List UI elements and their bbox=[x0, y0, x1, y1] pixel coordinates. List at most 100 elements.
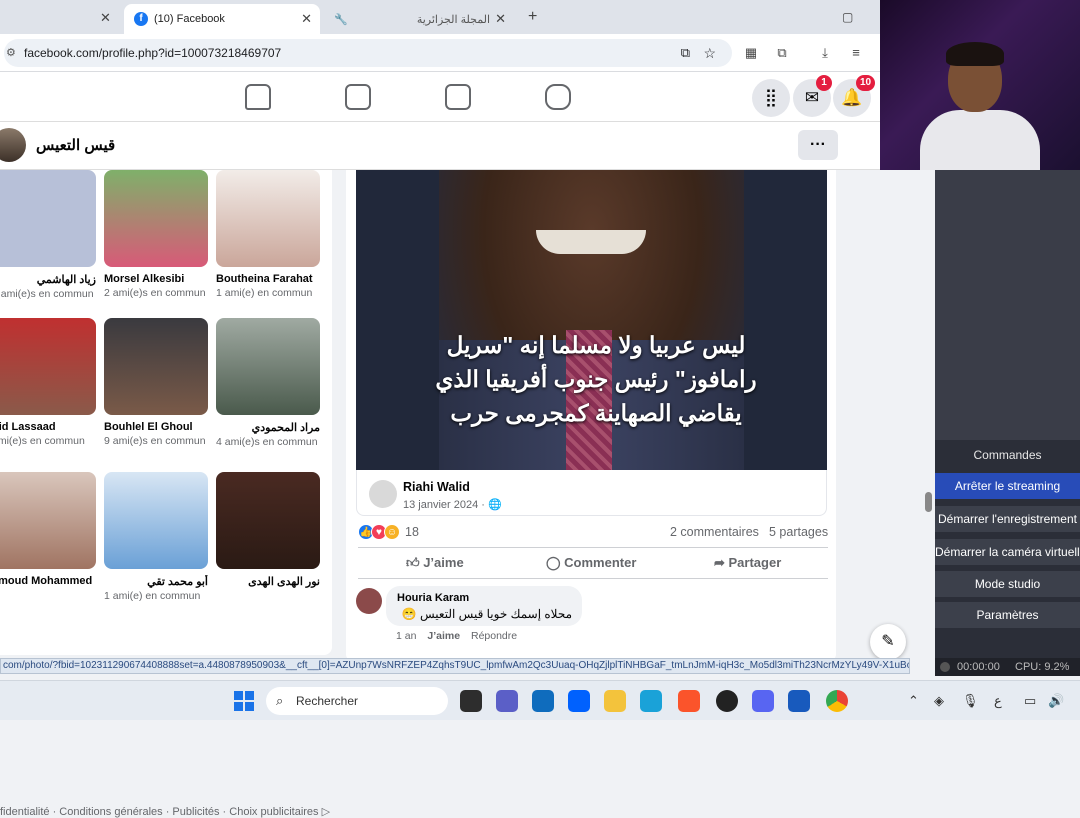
obs-controls-panel: Commandes Arrêter le streaming Démarrer … bbox=[935, 170, 1080, 658]
friend-name[interactable]: أبو محمد تقي bbox=[104, 575, 208, 588]
avatar[interactable] bbox=[356, 588, 382, 614]
like-button[interactable]: 👍︎ J’aime bbox=[406, 555, 464, 571]
friend-photo[interactable] bbox=[216, 170, 320, 267]
friend-photo[interactable] bbox=[104, 170, 208, 267]
post-image[interactable]: ليس عربيا ولا مسلما إنه "سريل رامافوز" ر… bbox=[356, 170, 827, 470]
site-info-icon[interactable]: ⚙ bbox=[6, 39, 16, 67]
close-tab-icon[interactable]: ✕ bbox=[100, 10, 111, 26]
friend-card[interactable]: Boutheina Farahat 1 ami(e) en commun bbox=[216, 170, 320, 300]
maximize-icon[interactable]: ▢ bbox=[842, 10, 853, 24]
friend-card[interactable]: أبو محمد تقي 1 ami(e) en commun bbox=[104, 472, 208, 603]
word-icon[interactable] bbox=[788, 690, 810, 712]
reaction-count[interactable]: 18 bbox=[405, 525, 419, 539]
extensions-icon[interactable]: ⧉ bbox=[773, 44, 791, 62]
mutual-friends: 2 ami(e)s en commun bbox=[104, 287, 206, 299]
friend-photo[interactable] bbox=[104, 318, 208, 415]
obs-controls-title: Commandes bbox=[935, 442, 1080, 468]
menu-grid-icon[interactable]: ⣿ bbox=[752, 79, 790, 117]
home-icon[interactable] bbox=[245, 84, 271, 110]
close-tab-icon[interactable]: ✕ bbox=[495, 11, 506, 27]
friend-card[interactable]: bid Lassaad ami(e)s en commun bbox=[0, 318, 96, 448]
profile-name[interactable]: قيس التعيس bbox=[36, 136, 115, 154]
friend-card[interactable]: مراد المحمودي 4 ami(e)s en commun bbox=[216, 318, 320, 449]
chevron-up-icon[interactable]: ⌃ bbox=[908, 693, 919, 709]
footer-links[interactable]: fidentialité · Conditions générales · Pu… bbox=[0, 805, 330, 818]
friend-name[interactable]: نور الهدى الهدى bbox=[216, 575, 320, 588]
compose-icon[interactable]: ✎ bbox=[870, 624, 906, 660]
friend-name[interactable]: Boutheina Farahat bbox=[216, 273, 320, 285]
play-icon[interactable]: ▷ bbox=[322, 806, 330, 818]
teams-icon[interactable] bbox=[496, 690, 518, 712]
start-recording-button[interactable]: Démarrer l'enregistrement bbox=[935, 506, 1080, 532]
close-tab-icon[interactable]: ✕ bbox=[301, 11, 312, 27]
tab-magazine[interactable]: 🔧 المجلة الجزائرية ✕ bbox=[324, 4, 514, 34]
shares-count[interactable]: 5 partages bbox=[769, 525, 828, 539]
stop-streaming-button[interactable]: Arrêter le streaming bbox=[935, 473, 1080, 499]
marketplace-icon[interactable] bbox=[445, 84, 471, 110]
friend-name[interactable]: Morsel Alkesibi bbox=[104, 273, 208, 285]
friend-photo[interactable] bbox=[0, 170, 96, 267]
footer-text[interactable]: fidentialité · Conditions générales · Pu… bbox=[0, 806, 319, 818]
friend-card[interactable]: نور الهدى الهدى bbox=[216, 472, 320, 590]
taskbar-search-input[interactable]: ⌕ Rechercher bbox=[266, 687, 448, 715]
friend-name[interactable]: مراد المحمودي bbox=[216, 421, 320, 434]
new-tab-icon[interactable]: + bbox=[528, 8, 537, 26]
friend-name[interactable]: bid Lassaad bbox=[0, 421, 96, 433]
install-app-icon[interactable]: ⧉ bbox=[681, 39, 690, 67]
comments-count[interactable]: 2 commentaires bbox=[670, 525, 759, 539]
friend-photo[interactable] bbox=[216, 318, 320, 415]
video-icon[interactable] bbox=[345, 84, 371, 110]
friend-card[interactable]: زياد الهاشمي 0 ami(e)s en commun bbox=[0, 170, 96, 301]
tab-facebook[interactable]: f (10) Facebook ✕ bbox=[124, 4, 320, 34]
bookmark-star-icon[interactable]: ☆ bbox=[703, 39, 716, 67]
url-field[interactable]: ⚙ facebook.com/profile.php?id=1000732184… bbox=[4, 39, 732, 67]
friend-photo[interactable] bbox=[216, 472, 320, 569]
language-indicator[interactable]: ع bbox=[994, 693, 1002, 709]
comment-age[interactable]: 1 an bbox=[396, 630, 416, 642]
friend-card[interactable]: Bouhlel El Ghoul 9 ami(e)s en commun bbox=[104, 318, 208, 448]
comment-author[interactable]: Houria Karam bbox=[397, 592, 469, 604]
download-icon[interactable]: ⤓ bbox=[816, 44, 834, 62]
comment-like-link[interactable]: J’aime bbox=[427, 630, 460, 642]
shared-author[interactable]: Riahi Walid bbox=[403, 480, 470, 494]
dropbox-icon[interactable] bbox=[568, 690, 590, 712]
windows-start-icon[interactable] bbox=[234, 691, 254, 711]
scrollbar-thumb[interactable] bbox=[925, 492, 932, 512]
comment-button[interactable]: ◯ Commenter bbox=[546, 555, 636, 571]
settings-button[interactable]: Paramètres bbox=[935, 602, 1080, 628]
start-virtual-camera-button[interactable]: Démarrer la caméra virtuelle bbox=[935, 539, 1080, 565]
share-button[interactable]: ➦ Partager bbox=[714, 555, 781, 571]
volume-icon[interactable]: 🔊 bbox=[1048, 693, 1064, 709]
studio-mode-button[interactable]: Mode studio bbox=[935, 571, 1080, 597]
friend-card[interactable]: Morsel Alkesibi 2 ami(e)s en commun bbox=[104, 170, 208, 300]
friend-photo[interactable] bbox=[104, 472, 208, 569]
friend-name[interactable]: زياد الهاشمي bbox=[0, 273, 96, 286]
gaming-icon[interactable] bbox=[545, 84, 571, 110]
avatar[interactable] bbox=[369, 480, 397, 508]
chrome-icon[interactable] bbox=[826, 690, 848, 712]
avatar[interactable] bbox=[0, 128, 26, 162]
shared-date[interactable]: 13 janvier 2024 · 🌐 bbox=[403, 498, 502, 511]
brave-icon[interactable] bbox=[678, 690, 700, 712]
app-icon[interactable] bbox=[640, 690, 662, 712]
task-view-icon[interactable] bbox=[460, 690, 482, 712]
comment-reply-link[interactable]: Répondre bbox=[471, 630, 517, 642]
network-icon[interactable]: ▭ bbox=[1024, 693, 1036, 709]
friend-name[interactable]: amoud Mohammed bbox=[0, 575, 96, 588]
qr-icon[interactable]: ▦ bbox=[742, 44, 760, 62]
friend-photo[interactable] bbox=[0, 318, 96, 415]
image-caption: ليس عربيا ولا مسلما إنه "سريل رامافوز" ر… bbox=[435, 332, 757, 426]
more-options-button[interactable]: ··· bbox=[798, 130, 838, 160]
scrollbar[interactable] bbox=[924, 170, 933, 660]
friend-card[interactable]: amoud Mohammed bbox=[0, 472, 96, 590]
discord-icon[interactable] bbox=[752, 690, 774, 712]
store-icon[interactable] bbox=[532, 690, 554, 712]
tray-app-icon[interactable]: ◈ bbox=[934, 693, 944, 709]
friend-name[interactable]: Bouhlel El Ghoul bbox=[104, 421, 208, 433]
friend-photo[interactable] bbox=[0, 472, 96, 569]
microphone-icon[interactable]: 🎙 bbox=[962, 693, 979, 709]
obs-icon[interactable] bbox=[716, 690, 738, 712]
comment-icon: ◯ bbox=[546, 555, 565, 570]
media-icon[interactable]: ≡ bbox=[847, 44, 865, 62]
file-explorer-icon[interactable] bbox=[604, 690, 626, 712]
